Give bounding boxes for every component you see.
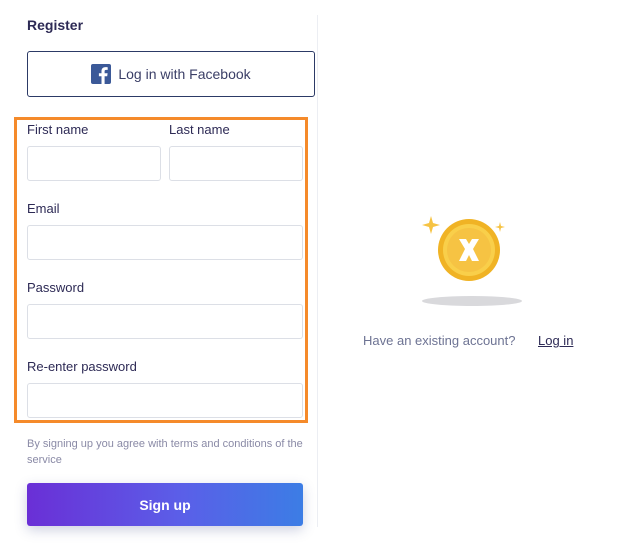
- coin-x-icon: [422, 216, 522, 306]
- facebook-login-label: Log in with Facebook: [118, 66, 251, 82]
- password-input[interactable]: [27, 304, 303, 339]
- panel-divider: [317, 15, 318, 527]
- first-name-label: First name: [27, 122, 89, 137]
- reenter-password-label: Re-enter password: [27, 359, 137, 374]
- log-in-link[interactable]: Log in: [538, 333, 573, 348]
- last-name-input[interactable]: [169, 146, 303, 181]
- email-input[interactable]: [27, 225, 303, 260]
- first-name-input[interactable]: [27, 146, 161, 181]
- terms-text: By signing up you agree with terms and c…: [27, 438, 303, 466]
- password-label: Password: [27, 280, 85, 295]
- coin-illustration: [418, 210, 528, 310]
- existing-account-text: Have an existing account?: [363, 333, 516, 348]
- facebook-login-button[interactable]: Log in with Facebook: [27, 51, 315, 97]
- facebook-icon: [91, 64, 112, 84]
- email-label: Email: [27, 201, 60, 216]
- reenter-password-input[interactable]: [27, 383, 303, 418]
- register-heading: Register: [27, 17, 84, 33]
- last-name-label: Last name: [169, 122, 230, 137]
- sign-up-button[interactable]: Sign up: [27, 483, 303, 526]
